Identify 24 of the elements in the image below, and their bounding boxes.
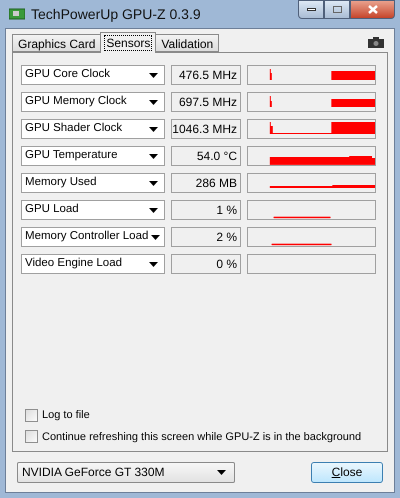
checkbox-label: Log to file [42,408,90,423]
sensor-dropdown[interactable]: Memory Controller Load [21,227,165,247]
device-dropdown[interactable]: NVIDIA GeForce GT 330M [17,462,235,482]
sensor-dropdown[interactable]: GPU Temperature [21,146,165,166]
sensor-dropdown[interactable]: GPU Shader Clock [21,119,165,139]
sensor-reading: 54.0 °C [171,146,241,166]
checkbox-label: Continue refreshing this screen while GPU-Z is in the background [42,430,362,444]
sensor-reading: 1046.3 MHz [171,119,241,139]
close-button[interactable]: Close [311,462,383,482]
tab[interactable]: Sensors [100,32,156,53]
sensor-reading: 0 % [171,254,241,274]
sensor-reading: 286 MB [171,173,241,193]
sensor-dropdown[interactable]: GPU Core Clock [21,65,165,85]
sensor-dropdown[interactable]: Memory Used [21,173,165,193]
tab[interactable]: Validation [155,34,220,52]
sensor-reading: 476.5 MHz [171,65,241,85]
sensor-reading: 697.5 MHz [171,92,241,112]
sensor-dropdown[interactable]: Video Engine Load [21,254,165,274]
window-title: TechPowerUp GPU-Z 0.3.9 [31,4,201,24]
tab[interactable]: Graphics Card [12,34,102,52]
sensor-dropdown[interactable]: GPU Memory Clock [21,92,165,112]
sensor-dropdown[interactable]: GPU Load [21,200,165,220]
sensor-reading: 2 % [171,227,241,247]
sensor-reading: 1 % [171,200,241,220]
